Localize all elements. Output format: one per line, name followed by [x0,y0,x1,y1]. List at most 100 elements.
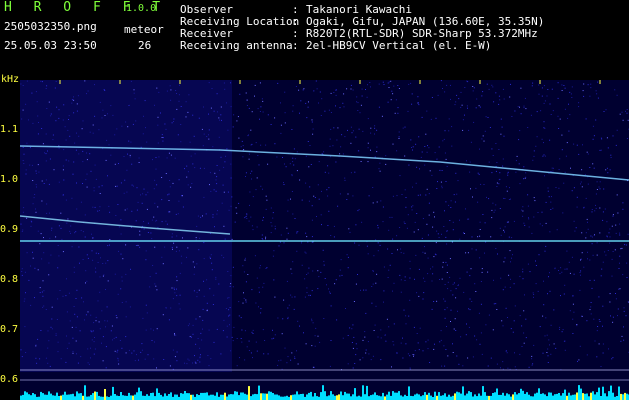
noise-pixel [67,129,69,131]
noise-pixel [600,137,602,139]
noise-pixel [344,177,346,179]
noise-pixel [78,246,80,248]
noise-pixel [524,294,525,296]
noise-pixel [55,120,57,122]
noise-pixel [367,253,369,255]
image-filename: 2505032350.png [4,20,97,33]
noise-pixel [199,167,201,169]
noise-pixel [304,296,306,298]
noise-pixel [592,163,594,165]
noise-pixel [591,211,593,213]
noise-pixel [306,117,308,119]
noise-pixel [565,155,567,157]
spectrum-bar [94,391,96,400]
spectrum-bar [320,392,322,400]
noise-pixel [604,251,606,253]
noise-pixel [614,89,616,91]
spectrum-bar [274,394,276,400]
noise-pixel [260,312,262,314]
noise-pixel [411,103,413,105]
noise-pixel [228,309,230,311]
noise-pixel [602,352,604,354]
noise-pixel [502,361,504,363]
noise-pixel [570,93,572,95]
noise-pixel [506,190,508,192]
noise-pixel [345,308,346,309]
noise-pixel [544,175,545,177]
noise-pixel [63,104,65,106]
noise-pixel [527,194,529,196]
noise-pixel [453,194,455,196]
noise-pixel [302,89,304,91]
noise-pixel [299,325,300,327]
spectrum-bar [560,395,562,400]
noise-pixel [465,208,466,210]
noise-pixel [576,196,578,198]
noise-pixel [230,275,232,277]
noise-pixel [87,348,89,350]
noise-pixel [362,357,364,359]
noise-pixel [118,363,120,365]
noise-pixel [360,289,361,291]
noise-pixel [414,221,416,223]
noise-pixel [102,109,104,111]
noise-pixel [43,183,45,184]
noise-pixel [200,216,202,218]
noise-pixel [168,211,170,213]
noise-pixel [197,338,199,339]
noise-pixel [525,318,527,320]
noise-pixel [504,226,506,228]
noise-pixel [455,101,457,103]
noise-pixel [219,169,221,171]
noise-pixel [271,225,273,227]
noise-pixel [308,101,309,103]
spectrum-bar [420,396,422,400]
noise-pixel [68,119,69,120]
noise-pixel [47,330,49,332]
noise-pixel [500,367,501,369]
noise-pixel [133,89,135,91]
noise-pixel [437,233,439,235]
noise-pixel [202,328,203,330]
noise-pixel [22,109,24,111]
spectrum-bar [430,395,432,400]
spectrum-bar [530,396,532,400]
noise-pixel [601,268,603,270]
noise-pixel [480,281,482,282]
noise-pixel [569,114,571,116]
noise-pixel [184,168,185,170]
noise-pixel [238,202,240,204]
noise-pixel [156,184,158,186]
noise-pixel [318,198,320,200]
noise-pixel [572,295,574,297]
noise-pixel [518,139,520,141]
spectrum-bar [374,392,376,400]
noise-pixel [105,326,106,328]
noise-pixel [444,91,446,93]
noise-pixel [259,82,261,84]
noise-pixel [92,132,94,134]
noise-pixel [109,239,111,240]
noise-pixel [93,187,95,189]
noise-pixel [447,288,449,290]
noise-pixel [284,122,286,124]
spectrum-bar [578,385,580,400]
noise-pixel [311,345,313,347]
noise-pixel [427,234,429,236]
noise-pixel [597,81,599,83]
noise-pixel [472,86,474,87]
noise-pixel [334,283,336,285]
noise-pixel [219,119,220,121]
spectrum-bar [610,385,612,400]
noise-pixel [208,365,210,367]
noise-pixel [216,93,218,95]
noise-pixel [333,236,335,238]
noise-pixel [146,141,148,143]
noise-pixel [404,189,406,191]
noise-pixel [142,133,144,135]
noise-pixel [370,132,372,134]
noise-pixel [44,152,45,154]
spectrum-bar [528,394,530,400]
spectrum-bar [326,396,328,400]
noise-pixel [413,231,415,233]
